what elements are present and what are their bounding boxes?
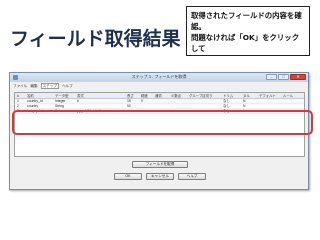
dialog-titlebar: ステップ 3 - フィールドを取得 – □ ✕	[10, 73, 308, 82]
menu-step[interactable]: ステップ	[40, 83, 59, 89]
cancel-button[interactable]: キャンセル	[146, 173, 174, 180]
menu-bar: ファイル 編集 ステップ ヘルプ	[11, 83, 73, 89]
close-icon[interactable]: ✕	[290, 74, 306, 80]
instruction-callout: 取得されたフィールドの内容を確認。 問題なければ「OK」をクリックして 閉じる。	[186, 6, 310, 56]
menu-edit[interactable]: 編集	[30, 83, 37, 89]
menu-help[interactable]: ヘルプ	[62, 83, 73, 89]
dialog-title: ステップ 3 - フィールドを取得	[131, 74, 187, 79]
help-button[interactable]: ヘルプ	[178, 173, 206, 180]
slide-title: フィールド取得結果	[10, 28, 181, 50]
ok-button[interactable]: OK	[114, 173, 142, 180]
maximize-icon[interactable]: □	[278, 74, 289, 80]
minimize-icon[interactable]: –	[266, 74, 277, 80]
highlight-box	[12, 110, 313, 135]
get-fields-button[interactable]: フィールドを取得	[132, 161, 188, 168]
menu-file[interactable]: ファイル	[13, 83, 27, 89]
